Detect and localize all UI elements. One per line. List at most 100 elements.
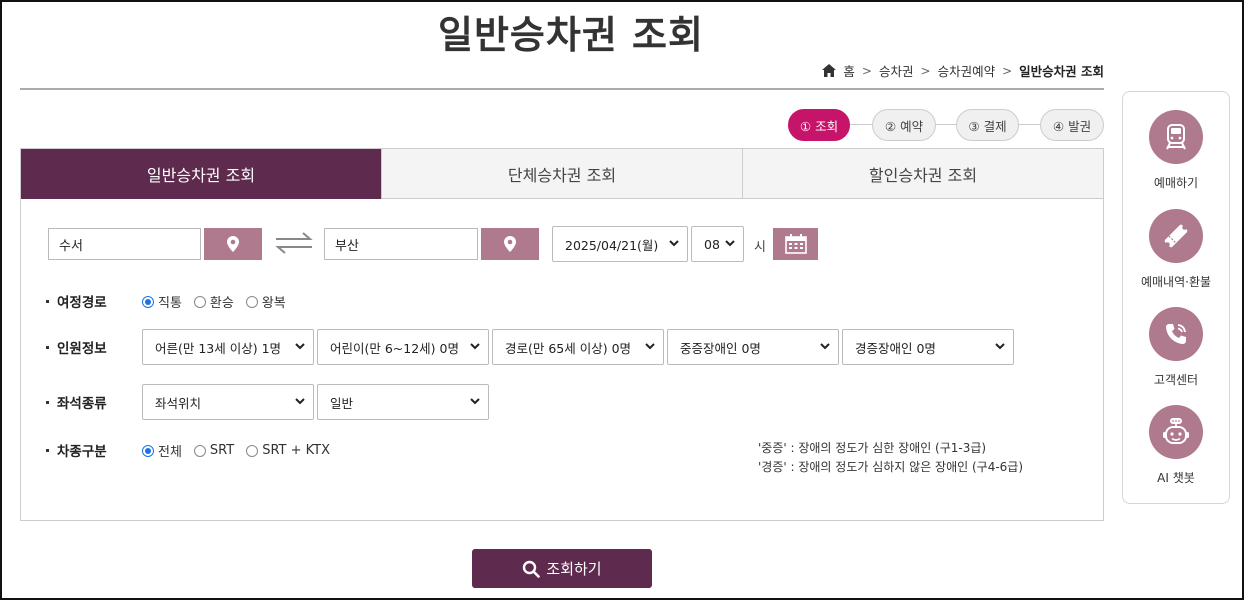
chevron-right-icon: >	[1002, 63, 1013, 78]
trip-type-radios: 직통 환승 왕복	[142, 292, 286, 311]
ticket-icon	[1149, 209, 1203, 263]
swap-stations-icon[interactable]	[274, 232, 314, 254]
senior-count-select[interactable]: 경로(만 65세 이상) 0명	[492, 329, 664, 365]
bullet	[46, 299, 49, 303]
radio-indicator[interactable]	[246, 444, 259, 457]
severe-disabled-count-value: 중증장애인 0명	[680, 340, 761, 356]
radio-transfer[interactable]: 환승	[193, 292, 234, 311]
step-reserve: ② 예약	[872, 109, 936, 141]
chevron-down-icon	[669, 240, 679, 247]
step-search: ① 조회	[788, 109, 850, 141]
seat-label-text: 좌석종류	[57, 396, 107, 412]
breadcrumb-level2[interactable]: 승차권예약	[938, 61, 996, 80]
radio-round-trip-label: 왕복	[261, 296, 286, 311]
breadcrumb: 홈 > 승차권 > 승차권예약 > 일반승차권 조회	[822, 61, 1104, 80]
date-select[interactable]: 2025/04/21(월)	[552, 226, 688, 262]
calendar-icon	[784, 234, 807, 254]
breadcrumb-current: 일반승차권 조회	[1019, 64, 1104, 79]
radio-direct-label: 직통	[158, 296, 182, 311]
severe-disabled-count-select[interactable]: 중증장애인 0명	[667, 329, 839, 365]
child-count-select[interactable]: 어린이(만 6~12세) 0명	[317, 329, 489, 365]
quick-menu-reserve-label: 예매하기	[1153, 176, 1199, 190]
robot-icon	[1149, 405, 1203, 459]
search-icon	[523, 560, 541, 578]
trip-type-label-text: 여정경로	[57, 295, 107, 311]
chevron-right-icon: >	[920, 63, 931, 78]
tab-discount[interactable]: 할인승차권 조회	[742, 149, 1103, 199]
quick-menu-support[interactable]: 고객센터	[1123, 307, 1229, 388]
mild-disabled-count-value: 경증장애인 0명	[855, 340, 936, 356]
quick-menu-chatbot[interactable]: AI 챗봇	[1123, 405, 1229, 486]
radio-srt-ktx-label: SRT + KTX	[262, 443, 331, 458]
seat-class-select[interactable]: 일반	[317, 384, 489, 420]
seat-class-value: 일반	[330, 395, 354, 411]
mild-disabled-count-select[interactable]: 경증장애인 0명	[842, 329, 1014, 365]
radio-indicator[interactable]	[193, 295, 206, 308]
radio-all[interactable]: 전체	[142, 441, 182, 460]
chevron-right-icon: >	[861, 63, 872, 78]
radio-srt-label: SRT	[209, 443, 235, 458]
step-issue: ④ 발권	[1040, 109, 1104, 141]
tab-general[interactable]: 일반승차권 조회	[21, 149, 381, 199]
chevron-down-icon	[645, 343, 655, 350]
search-button[interactable]: 조회하기	[472, 549, 652, 588]
steps-connector	[828, 124, 1068, 125]
chevron-down-icon	[470, 398, 480, 405]
location-pin-icon	[227, 236, 239, 252]
bullet	[46, 345, 49, 349]
train-type-radios: 전체 SRT SRT + KTX	[142, 441, 330, 460]
radio-round-trip[interactable]: 왕복	[245, 292, 286, 311]
radio-indicator[interactable]	[245, 295, 258, 308]
radio-direct[interactable]: 직통	[142, 292, 182, 311]
chevron-down-icon	[295, 343, 305, 350]
child-count-value: 어린이(만 6~12세) 0명	[330, 340, 459, 356]
senior-count-value: 경로(만 65세 이상) 0명	[505, 340, 632, 356]
breadcrumb-home[interactable]: 홈	[843, 61, 855, 80]
departure-station-button[interactable]	[204, 228, 262, 260]
adult-count-value: 어른(만 13세 이상) 1명	[155, 340, 282, 356]
quick-menu-chatbot-label: AI 챗봇	[1157, 471, 1195, 485]
radio-indicator[interactable]	[142, 295, 154, 308]
radio-all-label: 전체	[158, 445, 182, 460]
tab-group[interactable]: 단체승차권 조회	[381, 149, 742, 199]
seat-position-value: 좌석위치	[155, 395, 202, 411]
passengers-label: 인원정보	[46, 337, 107, 357]
phone-icon	[1149, 307, 1203, 361]
radio-indicator[interactable]	[142, 444, 154, 457]
trip-type-label: 여정경로	[46, 291, 107, 311]
bullet	[46, 400, 49, 404]
radio-transfer-label: 환승	[209, 296, 234, 311]
calendar-button[interactable]	[773, 228, 818, 260]
train-type-label: 차종구분	[46, 440, 107, 460]
breadcrumb-level1[interactable]: 승차권	[879, 61, 914, 80]
hour-unit-label: 시	[754, 240, 766, 255]
bullet	[46, 448, 49, 452]
chevron-down-icon	[725, 240, 735, 247]
chevron-down-icon	[995, 343, 1005, 350]
hour-select[interactable]: 08	[691, 226, 744, 262]
quick-menu-support-label: 고객센터	[1153, 373, 1199, 387]
step-payment: ③ 결제	[956, 109, 1019, 141]
train-icon	[1149, 110, 1203, 164]
search-button-label: 조회하기	[546, 560, 602, 578]
radio-srt-ktx[interactable]: SRT + KTX	[246, 443, 330, 458]
seat-position-select[interactable]: 좌석위치	[142, 384, 314, 420]
progress-steps: ① 조회 ② 예약 ③ 결제 ④ 발권	[788, 109, 1104, 141]
chevron-down-icon	[820, 343, 830, 350]
title-divider	[20, 88, 1104, 90]
adult-count-select[interactable]: 어른(만 13세 이상) 1명	[142, 329, 314, 365]
train-type-label-text: 차종구분	[57, 444, 107, 460]
quick-menu-reserve[interactable]: 예매하기	[1123, 110, 1229, 191]
chevron-down-icon	[470, 343, 480, 350]
radio-srt[interactable]: SRT	[193, 443, 235, 458]
arrival-input[interactable]: 부산	[324, 228, 478, 260]
passengers-label-text: 인원정보	[57, 341, 107, 357]
note-mild: '경증' : 장애의 정도가 심하지 않은 장애인 (구4-6급)	[758, 460, 1024, 474]
departure-input[interactable]: 수서	[48, 228, 201, 260]
page-title: 일반승차권 조회	[438, 13, 704, 57]
home-icon[interactable]	[822, 64, 837, 77]
arrival-station-button[interactable]	[481, 228, 539, 260]
chevron-down-icon	[295, 398, 305, 405]
quick-menu-history[interactable]: 예매내역·환불	[1123, 209, 1229, 290]
radio-indicator[interactable]	[193, 444, 206, 457]
